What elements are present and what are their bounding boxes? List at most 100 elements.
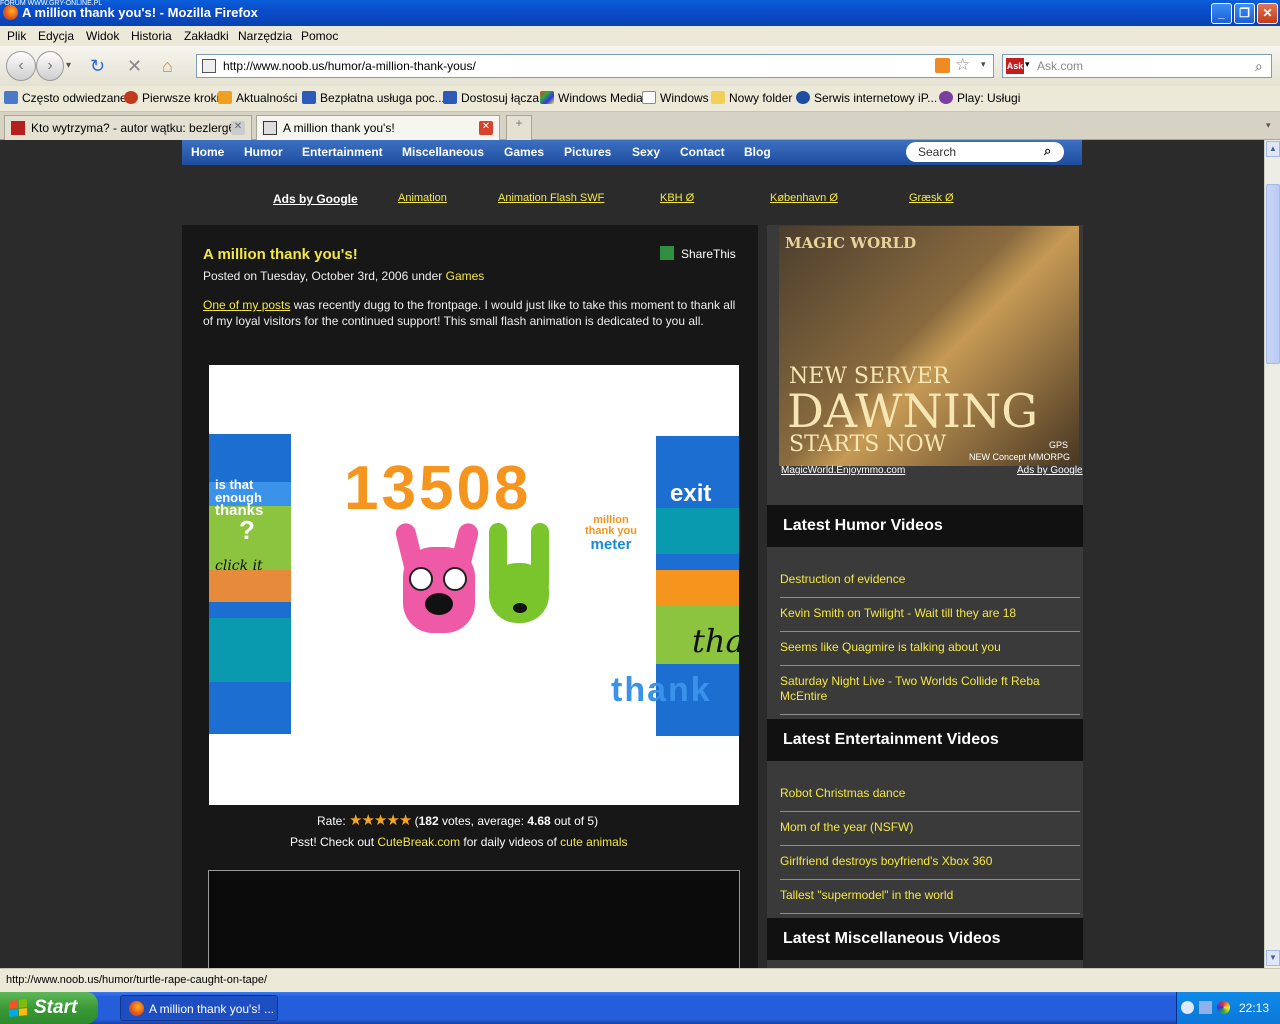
entertainment-video-item[interactable]: Robot Christmas dance — [780, 778, 1080, 812]
ad-link-kobenhavn[interactable]: København Ø — [770, 192, 838, 204]
menu-edycja[interactable]: Edycja — [38, 29, 74, 43]
menu-historia[interactable]: Historia — [131, 29, 172, 43]
taskbar-firefox-item[interactable]: A million thank you's! ... — [120, 995, 278, 1021]
chrome-tray-icon[interactable] — [1217, 1001, 1230, 1014]
humor-video-item[interactable]: Saturday Night Live - Two Worlds Collide… — [780, 666, 1080, 715]
close-button[interactable]: ✕ — [1257, 3, 1278, 24]
minimize-button[interactable]: _ — [1211, 3, 1232, 24]
scroll-up-arrow[interactable]: ▲ — [1266, 141, 1280, 157]
bookmark-czesto[interactable]: Często odwiedzane — [4, 91, 127, 105]
nav-games[interactable]: Games — [504, 145, 544, 159]
click-it-label[interactable]: click it — [215, 558, 263, 574]
tab-kto-wytrzyma[interactable]: Kto wytrzyma? - autor wątku: bezlerg6...… — [4, 115, 252, 140]
rating-row: Rate: ★★★★★ (182 votes, average: 4.68 ou… — [317, 812, 599, 829]
menu-zakladki[interactable]: Zakładki — [184, 29, 229, 43]
embedded-video[interactable] — [208, 870, 740, 968]
forward-button[interactable]: › — [36, 51, 64, 81]
entertainment-video-item[interactable]: Mom of the year (NSFW) — [780, 812, 1080, 846]
site-search-input[interactable]: Search ⌕ — [906, 142, 1064, 162]
bookmark-bezplatna[interactable]: Bezpłatna usługa poc... — [302, 91, 445, 105]
ads-by-google-side-link[interactable]: Ads by Google — [1017, 465, 1083, 476]
nav-pictures[interactable]: Pictures — [564, 145, 611, 159]
stop-icon[interactable]: ✕ — [127, 56, 142, 76]
bookmark-dostosuj[interactable]: Dostosuj łącza — [443, 91, 539, 105]
nav-entertainment[interactable]: Entertainment — [302, 145, 383, 159]
bookmark-serwis[interactable]: Serwis internetowy iP... — [796, 91, 937, 105]
star-bookmark-icon[interactable]: ☆ — [955, 55, 970, 75]
url-dropdown-icon[interactable]: ▾ — [981, 59, 986, 70]
category-link[interactable]: Games — [446, 269, 485, 283]
menu-plik[interactable]: Plik — [7, 29, 26, 43]
magicworld-ad-banner[interactable]: MAGIC WORLD NEW SERVER DAWNING STARTS NO… — [779, 226, 1079, 466]
pink-bunny-character — [393, 521, 481, 635]
rating-stars[interactable]: ★★★★★ — [349, 812, 412, 829]
ask-engine-icon[interactable]: Ask — [1006, 58, 1024, 74]
bookmark-play[interactable]: Play: Usługi — [939, 91, 1020, 105]
ad-link-kbh[interactable]: KBH Ø — [660, 192, 694, 204]
new-tab-button[interactable]: + — [506, 115, 532, 140]
my-posts-link[interactable]: One of my posts — [203, 298, 290, 312]
entertainment-video-item[interactable]: Tallest "supermodel" in the world — [780, 880, 1080, 914]
flash-animation[interactable]: is that enough thanks ? click it 13508 m… — [209, 365, 739, 805]
tab-bar: Kto wytrzyma? - autor wątku: bezlerg6...… — [0, 112, 1280, 141]
restore-button[interactable]: ❐ — [1234, 3, 1255, 24]
nav-contact[interactable]: Contact — [680, 145, 725, 159]
ad-link-flash-swf[interactable]: Animation Flash SWF — [498, 192, 604, 204]
ad-link-graesk[interactable]: Græsk Ø — [909, 192, 954, 204]
reload-icon[interactable]: ↻ — [90, 56, 105, 76]
nav-home[interactable]: Home — [191, 145, 224, 159]
history-dropdown-icon[interactable]: ▾ — [66, 56, 71, 76]
left-question[interactable]: is that enough thanks ? — [215, 478, 263, 543]
scroll-thumb[interactable] — [1266, 184, 1280, 364]
tab-close-icon[interactable]: ✕ — [231, 121, 245, 135]
menu-narzedzia[interactable]: Narzędzia — [238, 29, 292, 43]
engine-dropdown-icon[interactable]: ▾ — [1025, 59, 1030, 70]
nav-sexy[interactable]: Sexy — [632, 145, 660, 159]
firefox-icon — [129, 1001, 144, 1016]
humor-video-item[interactable]: Kevin Smith on Twilight - Wait till they… — [780, 598, 1080, 632]
menu-widok[interactable]: Widok — [86, 29, 119, 43]
tab-million-thanks[interactable]: A million thank you's! ✕ — [256, 115, 500, 141]
bookmark-windows-media[interactable]: Windows Media — [540, 91, 643, 105]
nav-humor[interactable]: Humor — [244, 145, 283, 159]
magicworld-logo: MAGIC WORLD — [785, 234, 917, 252]
clock: 22:13 — [1239, 1001, 1270, 1015]
exit-button[interactable]: exit — [670, 480, 711, 508]
scroll-down-arrow[interactable]: ▼ — [1266, 950, 1280, 966]
humor-video-item[interactable]: Destruction of evidence — [780, 564, 1080, 598]
ad-link-animation[interactable]: Animation — [398, 192, 447, 204]
tab-close-icon[interactable]: ✕ — [479, 121, 493, 135]
thank-you-counter: 13508 — [344, 454, 532, 523]
network-icon[interactable] — [1199, 1001, 1212, 1014]
back-button[interactable]: ‹ — [6, 51, 36, 81]
bookmark-aktualnosci[interactable]: Aktualności — [218, 91, 297, 105]
magicworld-link[interactable]: MagicWorld.Enjoymmo.com — [781, 465, 905, 476]
nav-blog[interactable]: Blog — [744, 145, 771, 159]
search-icon[interactable]: ⌕ — [1044, 143, 1051, 159]
sidebar: MAGIC WORLD NEW SERVER DAWNING STARTS NO… — [767, 225, 1083, 968]
navigation-toolbar: ‹ › ▾ ↻ ✕ ⌂ http://www.noob.us/humor/a-m… — [0, 46, 1280, 86]
entertainment-video-item[interactable]: Girlfriend destroys boyfriend's Xbox 360 — [780, 846, 1080, 880]
cute-animals-link[interactable]: cute animals — [560, 835, 627, 849]
page-scrollbar[interactable]: ▲ ▼ — [1264, 140, 1280, 968]
share-this-button[interactable]: ShareThis — [660, 246, 736, 261]
post-content: A million thank you's! ShareThis Posted … — [182, 225, 758, 968]
entertainment-videos-heading: Latest Entertainment Videos — [767, 719, 1083, 761]
bookmark-windows[interactable]: Windows — [642, 91, 709, 105]
search-go-icon[interactable]: ⌕ — [1255, 58, 1263, 75]
bookmark-nowy-folder[interactable]: Nowy folder — [711, 91, 792, 105]
bookmark-pierwsze-kroki[interactable]: Pierwsze kroki — [124, 91, 219, 105]
nav-miscellaneous[interactable]: Miscellaneous — [402, 145, 484, 159]
tab-list-icon[interactable]: ▾ — [1266, 120, 1271, 131]
rss-icon[interactable] — [935, 58, 950, 73]
address-bar[interactable]: http://www.noob.us/humor/a-million-thank… — [196, 54, 994, 78]
cutebreak-link[interactable]: CuteBreak.com — [377, 835, 460, 849]
system-tray: 22:13 — [1176, 992, 1280, 1024]
search-box[interactable]: Ask ▾ Ask.com ⌕ — [1002, 54, 1272, 78]
menu-pomoc[interactable]: Pomoc — [301, 29, 338, 43]
ads-by-google-link[interactable]: Ads by Google — [273, 192, 358, 206]
start-button[interactable]: Start — [0, 992, 98, 1024]
humor-video-item[interactable]: Seems like Quagmire is talking about you — [780, 632, 1080, 666]
home-icon[interactable]: ⌂ — [162, 56, 173, 76]
tray-expand-icon[interactable] — [1181, 1001, 1194, 1014]
